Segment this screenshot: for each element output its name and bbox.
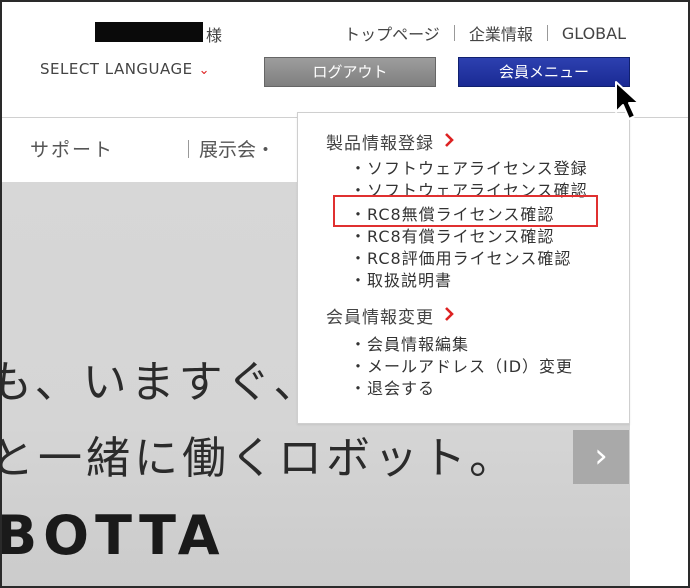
mouse-pointer-icon bbox=[615, 81, 640, 120]
select-language-label: SELECT LANGUAGE bbox=[40, 60, 193, 78]
hero-brand-text: BOTTA bbox=[2, 504, 226, 567]
chevron-right-icon: › bbox=[594, 436, 608, 476]
nav-item-support[interactable]: サポート bbox=[30, 135, 114, 162]
browser-viewport: 様 トップページ 企業情報 GLOBAL SELECT LANGUAGE ⌄ ログ… bbox=[0, 0, 690, 588]
highlight-box bbox=[333, 195, 598, 227]
chevron-right-icon bbox=[444, 132, 454, 151]
global-link[interactable]: GLOBAL bbox=[562, 24, 626, 43]
select-language-dropdown[interactable]: SELECT LANGUAGE ⌄ bbox=[40, 60, 210, 78]
section-product-registration[interactable]: 製品情報登録 bbox=[326, 129, 454, 154]
chevron-down-icon: ⌄ bbox=[198, 63, 211, 78]
section-title: 製品情報登録 bbox=[326, 134, 434, 154]
nav-item-exhibition[interactable]: 展示会・ bbox=[188, 135, 275, 162]
chevron-right-icon bbox=[444, 306, 454, 325]
carousel-next-button[interactable]: › bbox=[573, 430, 629, 484]
top-links: トップページ 企業情報 GLOBAL bbox=[344, 21, 626, 45]
hero-headline-line2: と一緒に働くロボット。 bbox=[2, 433, 518, 484]
redacted-username bbox=[95, 22, 203, 42]
nav-item-exhibition-label: 展示会・ bbox=[199, 139, 276, 161]
menu-item-edit-member-info[interactable]: ・会員情報編集 bbox=[350, 331, 469, 355]
site-header: 様 トップページ 企業情報 GLOBAL SELECT LANGUAGE ⌄ ログ… bbox=[2, 2, 688, 118]
hero-right-margin bbox=[630, 182, 688, 586]
menu-item-withdraw[interactable]: ・退会する bbox=[350, 375, 435, 399]
link-divider bbox=[546, 25, 548, 41]
menu-item-change-email[interactable]: ・メールアドレス（ID）変更 bbox=[350, 353, 573, 377]
nav-divider bbox=[188, 139, 189, 158]
top-page-link[interactable]: トップページ bbox=[344, 21, 440, 45]
member-menu-dropdown: 製品情報登録 ・ソフトウェアライセンス登録 ・ソフトウェアライセンス確認 ・RC… bbox=[297, 112, 630, 424]
company-info-link[interactable]: 企業情報 bbox=[469, 21, 533, 45]
member-menu-button[interactable]: 会員メニュー bbox=[458, 57, 630, 87]
section-title: 会員情報変更 bbox=[326, 308, 434, 328]
honorific-label: 様 bbox=[206, 26, 223, 45]
section-member-info-change[interactable]: 会員情報変更 bbox=[326, 303, 454, 328]
menu-item-software-license-registration[interactable]: ・ソフトウェアライセンス登録 bbox=[350, 155, 588, 179]
link-divider bbox=[453, 25, 455, 41]
menu-item-rc8-eval-license-confirm[interactable]: ・RC8評価用ライセンス確認 bbox=[350, 245, 571, 269]
logout-button[interactable]: ログアウト bbox=[264, 57, 436, 87]
menu-item-manuals[interactable]: ・取扱説明書 bbox=[350, 267, 452, 291]
